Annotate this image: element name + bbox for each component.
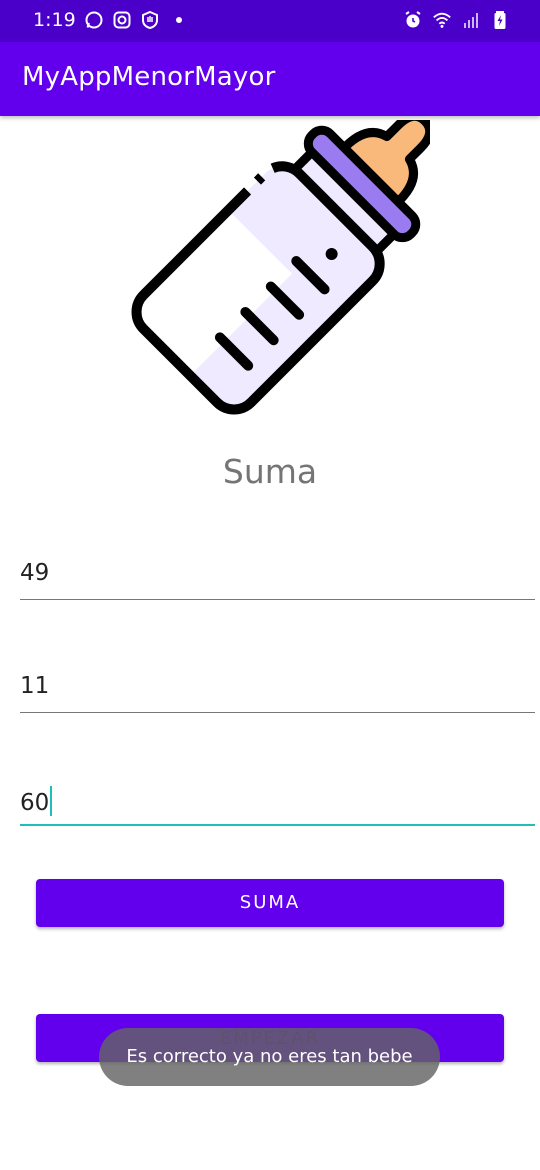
status-bar: 1:19: [0, 0, 540, 42]
status-left: 1:19: [33, 9, 182, 31]
battery-charging-icon: [494, 11, 506, 29]
instagram-icon: [113, 11, 131, 29]
first-number-field[interactable]: 49: [20, 550, 535, 600]
toast-message: Es correcto ya no eres tan bebe: [99, 1028, 440, 1086]
status-time: 1:19: [33, 9, 76, 31]
signal-icon: [464, 13, 478, 28]
app-title: MyAppMenorMayor: [22, 62, 276, 92]
more-dot-icon: [175, 17, 182, 23]
result-value-wrap: 60: [20, 786, 53, 816]
alarm-icon: [405, 11, 421, 28]
whatsapp-icon: [85, 11, 103, 29]
second-number-field[interactable]: 11: [20, 663, 535, 713]
sum-button[interactable]: SUMA: [36, 879, 504, 927]
wifi-icon: [433, 12, 451, 28]
second-number-value: 11: [20, 673, 50, 699]
status-right: [403, 10, 510, 30]
result-field[interactable]: 60: [20, 776, 535, 826]
app-bar: MyAppMenorMayor: [0, 42, 540, 116]
text-caret: [50, 786, 53, 816]
first-number-value: 49: [20, 560, 50, 586]
vpn-hand-icon: [141, 10, 158, 30]
baby-bottle-icon: [126, 120, 430, 415]
result-value: 60: [20, 790, 50, 816]
page-heading: Suma: [222, 452, 318, 491]
